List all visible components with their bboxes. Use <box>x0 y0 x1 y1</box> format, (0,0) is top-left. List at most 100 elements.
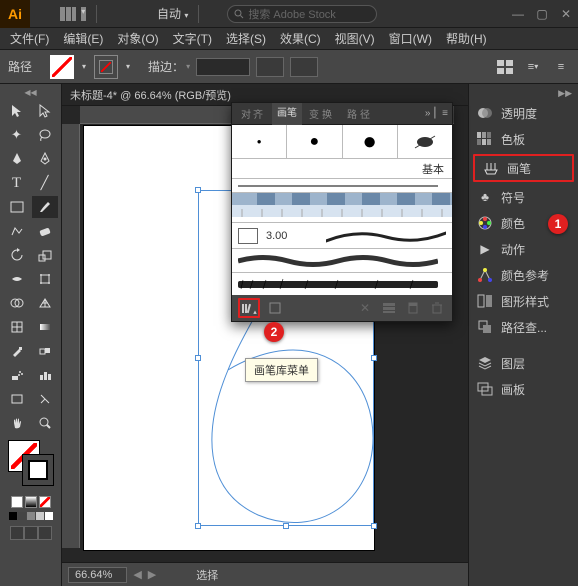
color-mode[interactable] <box>11 496 23 508</box>
artboard-tool[interactable] <box>4 388 30 410</box>
handle-mid-left[interactable] <box>195 355 201 361</box>
shape-builder-tool[interactable] <box>4 292 30 314</box>
maximize-button[interactable]: ▢ <box>530 0 554 28</box>
blend-tool[interactable] <box>32 340 58 362</box>
brush-art-wave[interactable] <box>232 249 452 273</box>
artboard-prev[interactable]: ◀ <box>133 568 141 581</box>
zoom-selector[interactable]: 66.64% <box>68 567 127 583</box>
lasso-tool[interactable] <box>32 124 58 146</box>
slice-tool[interactable] <box>32 388 58 410</box>
symbol-sprayer-tool[interactable] <box>4 364 30 386</box>
stroke-box[interactable] <box>22 454 54 486</box>
fill-dropdown[interactable]: ▾ <box>82 62 86 71</box>
handle-bottom-right[interactable] <box>371 523 377 529</box>
hand-tool[interactable] <box>4 412 30 434</box>
gradient-tool[interactable] <box>32 316 58 338</box>
scale-tool[interactable] <box>32 244 58 266</box>
menu-type[interactable]: 文字(T) <box>167 30 218 47</box>
library-menu-icon[interactable] <box>264 298 286 318</box>
brush-calligraphic[interactable]: 3.00 <box>232 223 452 249</box>
handle-top-left[interactable] <box>195 187 201 193</box>
perspective-grid-tool[interactable] <box>32 292 58 314</box>
stroke-color-dropdown[interactable]: ▾ <box>126 62 130 71</box>
handle-mid-right[interactable] <box>371 355 377 361</box>
stroke-swatch[interactable] <box>94 55 118 79</box>
mesh-tool[interactable] <box>4 316 30 338</box>
arrange-docs-button[interactable]: ▾ <box>60 5 86 23</box>
brush-round-3[interactable]: ● <box>343 125 398 158</box>
sidebar-item-color-guide[interactable]: 颜色参考 <box>469 262 578 288</box>
eyedropper-tool[interactable] <box>4 340 30 362</box>
stroke-weight-input[interactable] <box>196 58 250 76</box>
rotate-tool[interactable] <box>4 244 30 266</box>
direct-selection-tool[interactable] <box>32 100 58 122</box>
menu-view[interactable]: 视图(V) <box>329 30 381 47</box>
artboard-next[interactable]: ▶ <box>148 568 156 581</box>
sidebar-item-pathfinder[interactable]: 路径查... <box>469 314 578 340</box>
brush-touch-cal[interactable] <box>398 125 452 158</box>
sidebar-item-swatches[interactable]: 色板 <box>469 126 578 152</box>
curvature-tool[interactable] <box>32 148 58 170</box>
fill-stroke-controls[interactable] <box>8 440 54 486</box>
free-transform-tool[interactable] <box>32 268 58 290</box>
toolbox-collapse[interactable]: ◀◀ <box>2 88 59 98</box>
menu-select[interactable]: 选择(S) <box>220 30 272 47</box>
brushes-list[interactable]: ● ● ● 基本 3.00 <box>232 125 452 295</box>
type-tool[interactable]: T <box>4 172 30 194</box>
handle-bottom-mid[interactable] <box>283 523 289 529</box>
brush-round-2[interactable]: ● <box>287 125 342 158</box>
width-tool[interactable] <box>4 268 30 290</box>
zoom-tool[interactable] <box>32 412 58 434</box>
sidebar-item-transparency[interactable]: 透明度 <box>469 100 578 126</box>
pen-tool[interactable] <box>4 148 30 170</box>
search-input[interactable]: 搜索 Adobe Stock <box>227 5 377 23</box>
options-icon[interactable] <box>496 58 514 76</box>
eraser-tool[interactable] <box>32 220 58 242</box>
minimize-button[interactable]: — <box>506 0 530 28</box>
sidebar-item-symbols[interactable]: ♣ 符号 <box>469 184 578 210</box>
panel-tab-pathfinder[interactable]: 路径 <box>342 106 378 121</box>
menu-window[interactable]: 窗口(W) <box>383 30 438 47</box>
normal-screen-mode[interactable] <box>10 526 24 540</box>
brush-round-1[interactable]: ● <box>232 125 287 158</box>
panel-tab-align[interactable]: 对齐 <box>236 106 270 121</box>
selection-tool[interactable] <box>4 100 30 122</box>
essentials-dropdown[interactable]: ≡ ▾ <box>524 58 542 76</box>
rectangle-tool[interactable] <box>4 196 30 218</box>
search-mode-label[interactable]: 自动 ▾ <box>157 5 188 22</box>
menu-help[interactable]: 帮助(H) <box>440 30 493 47</box>
panel-tab-more[interactable]: » <box>425 108 431 119</box>
new-brush-icon[interactable] <box>404 299 422 317</box>
shaper-tool[interactable] <box>4 220 30 242</box>
panel-tab-transform[interactable]: 变换 <box>304 106 340 121</box>
more-icon[interactable]: ≡ <box>552 58 570 76</box>
sidebar-collapse[interactable]: ▶▶ <box>469 88 578 100</box>
menu-effect[interactable]: 效果(C) <box>274 30 327 47</box>
sidebar-item-artboards[interactable]: 画板 <box>469 376 578 402</box>
variable-width-profile[interactable] <box>256 57 284 77</box>
menu-object[interactable]: 对象(O) <box>111 30 164 47</box>
sidebar-item-brushes[interactable]: 画笔 <box>473 154 574 182</box>
brush-libraries-button[interactable]: ▴ <box>238 298 260 318</box>
options-of-selected-icon[interactable] <box>380 299 398 317</box>
sidebar-item-graphic-styles[interactable]: 图形样式 <box>469 288 578 314</box>
panel-menu-icon[interactable]: ▏≡ <box>434 108 448 119</box>
magic-wand-tool[interactable]: ✦ <box>4 124 30 146</box>
brush-basic-line[interactable] <box>232 179 452 193</box>
brush-charcoal[interactable] <box>232 273 452 295</box>
brush-pattern-stroke[interactable] <box>232 193 452 223</box>
panel-tab-brushes[interactable]: 画笔 <box>272 103 302 125</box>
brushes-panel[interactable]: 对齐 画笔 变换 路径 » ▏≡ ● ● ● 基本 3.00 <box>231 102 453 322</box>
column-graph-tool[interactable] <box>32 364 58 386</box>
remove-brush-stroke-icon[interactable]: ✕ <box>356 299 374 317</box>
brush-definition[interactable] <box>290 57 318 77</box>
delete-brush-icon[interactable] <box>428 299 446 317</box>
close-button[interactable]: ✕ <box>554 0 578 28</box>
gradient-mode[interactable] <box>25 496 37 508</box>
fill-swatch[interactable] <box>50 55 74 79</box>
stroke-stepper-down[interactable]: ▾ <box>186 62 190 71</box>
menu-edit[interactable]: 编辑(E) <box>57 30 109 47</box>
sidebar-item-actions[interactable]: ▶ 动作 <box>469 236 578 262</box>
line-segment-tool[interactable]: ╱ <box>32 172 58 194</box>
paintbrush-tool[interactable] <box>32 196 58 218</box>
